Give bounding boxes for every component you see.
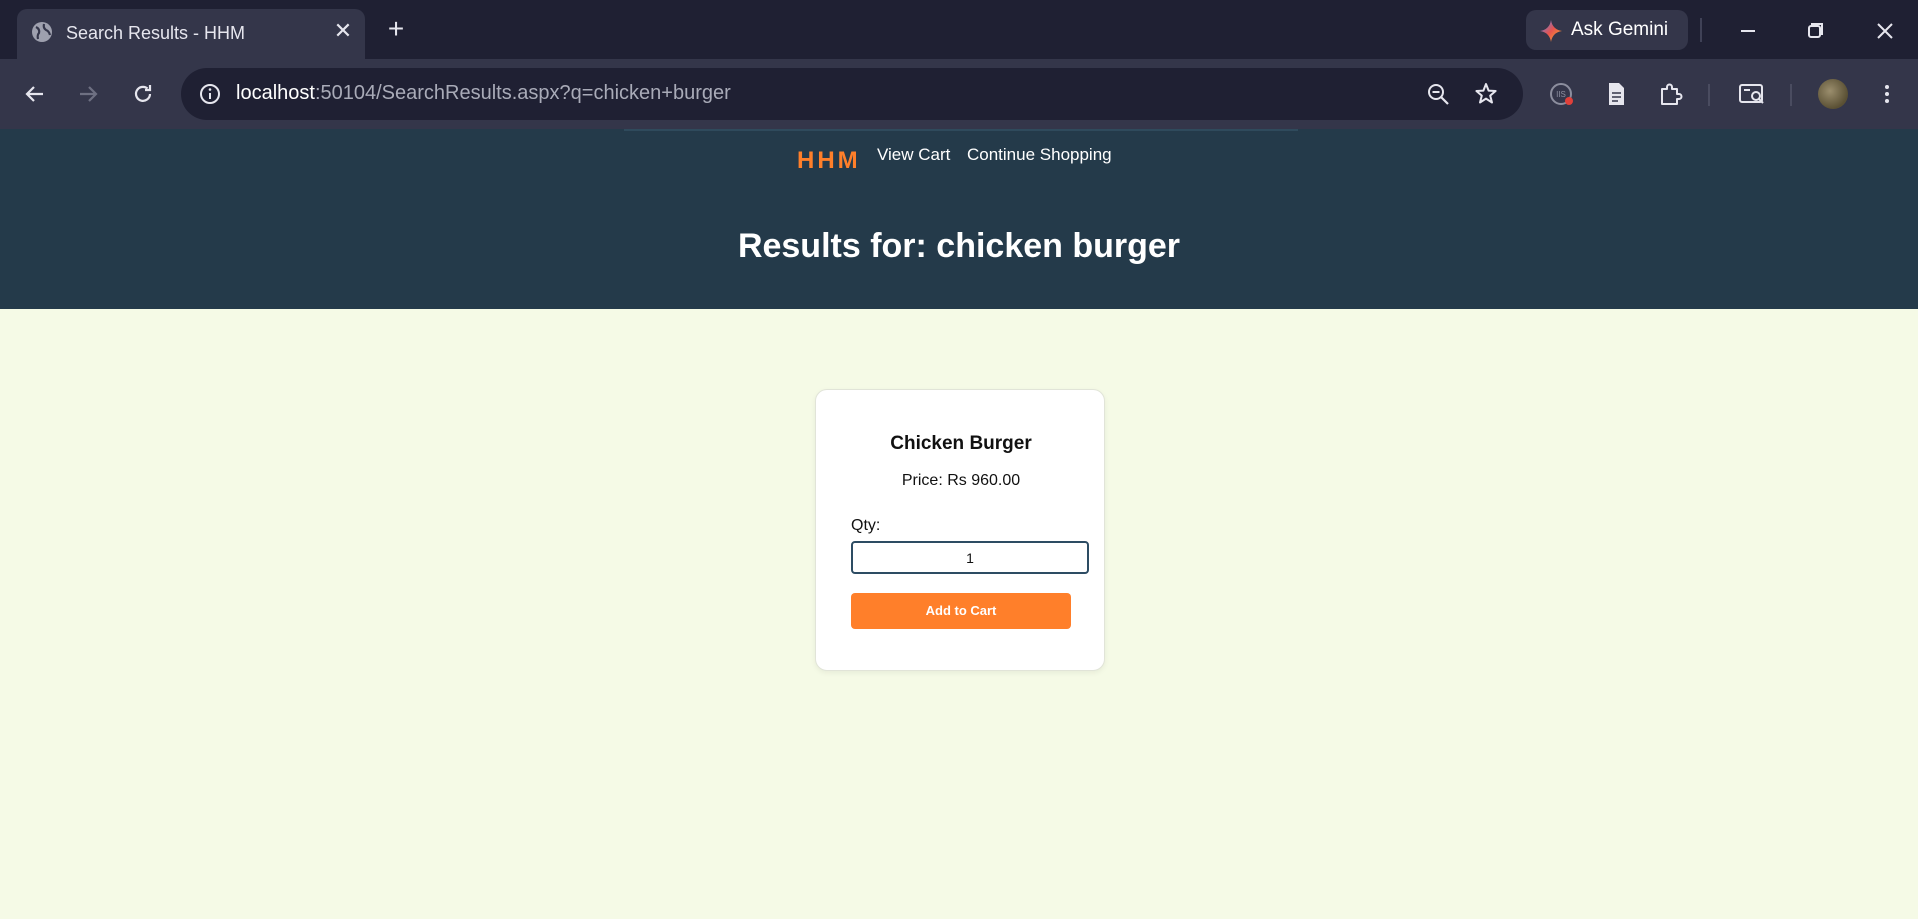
forward-icon[interactable] <box>73 79 103 109</box>
url-path: :50104/SearchResults.aspx?q=chicken+burg… <box>314 82 731 104</box>
gemini-label: Ask Gemini <box>1571 19 1669 40</box>
reading-list-icon[interactable] <box>1737 79 1767 109</box>
header-divider <box>624 129 1298 131</box>
gemini-icon <box>1540 20 1562 42</box>
document-icon[interactable] <box>1601 79 1631 109</box>
qty-label: Qty: <box>851 517 881 534</box>
reload-icon[interactable] <box>128 79 158 109</box>
browser-tab-strip: Search Results - HHM ✕ + Ask Gemini <box>0 0 1918 59</box>
more-menu-icon[interactable] <box>1872 79 1902 109</box>
product-card: Chicken Burger Price: Rs 960.00 Qty: Add… <box>815 389 1105 671</box>
profile-avatar[interactable] <box>1818 79 1848 109</box>
close-icon[interactable]: ✕ <box>331 20 355 44</box>
svg-text:IIS: IIS <box>1556 90 1566 99</box>
product-price: Price: Rs 960.00 <box>901 472 1021 489</box>
url-text: localhost:50104/SearchResults.aspx?q=chi… <box>236 82 731 105</box>
quantity-input[interactable] <box>851 541 1089 574</box>
add-to-cart-button[interactable]: Add to Cart <box>851 593 1071 629</box>
restore-icon[interactable] <box>1801 16 1831 46</box>
minimize-icon[interactable] <box>1733 16 1763 46</box>
plus-icon[interactable]: + <box>382 15 410 44</box>
toolbar-divider <box>1790 84 1792 106</box>
toolbar-divider <box>1708 84 1710 106</box>
url-host: localhost <box>236 82 315 104</box>
puzzle-icon[interactable] <box>1656 79 1686 109</box>
site-header: HHM View Cart Continue Shopping Results … <box>0 129 1918 309</box>
ask-gemini-button[interactable]: Ask Gemini <box>1526 10 1688 50</box>
page-title: Results for: chicken burger <box>737 227 1181 265</box>
site-logo[interactable]: HHM <box>797 147 861 175</box>
divider <box>1700 18 1702 42</box>
star-icon[interactable] <box>1473 81 1499 107</box>
tab-title: Search Results - HHM <box>66 23 246 43</box>
info-icon[interactable] <box>197 81 223 107</box>
continue-shopping-link[interactable]: Continue Shopping <box>967 145 1112 165</box>
product-name: Chicken Burger <box>890 433 1032 454</box>
extension-badge-icon[interactable]: IIS <box>1546 79 1576 109</box>
browser-tab[interactable]: Search Results - HHM ✕ <box>17 9 365 59</box>
back-icon[interactable] <box>20 79 50 109</box>
close-window-icon[interactable] <box>1870 16 1900 46</box>
browser-toolbar: localhost:50104/SearchResults.aspx?q=chi… <box>0 59 1918 129</box>
address-bar[interactable]: localhost:50104/SearchResults.aspx?q=chi… <box>181 68 1523 120</box>
globe-icon <box>32 22 52 42</box>
view-cart-link[interactable]: View Cart <box>877 145 950 165</box>
zoom-out-icon[interactable] <box>1425 81 1451 107</box>
